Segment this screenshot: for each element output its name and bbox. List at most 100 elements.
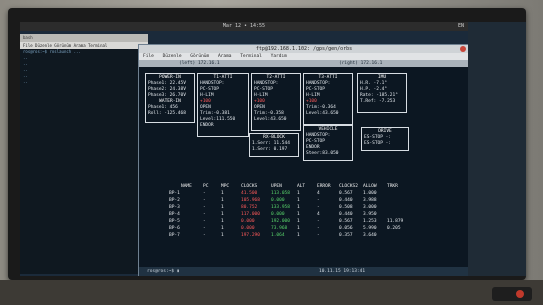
imu-panel: IMU H.R. -7.1° H.P. -2.4° Rate: -185.21°… bbox=[357, 73, 407, 113]
table-cell: 0.000 bbox=[241, 219, 255, 224]
table-row: BP-5 - 1 0.000 192.000 1 - 0.567 1.253 11.879 bbox=[139, 219, 468, 226]
table-cell: BP-5 bbox=[169, 219, 180, 224]
bg-line: .. bbox=[23, 79, 28, 84]
shell-prompt[interactable]: ros@ros:~$ ▮ bbox=[147, 267, 180, 276]
table-cell: 1 bbox=[297, 233, 300, 238]
table-cell: 1 bbox=[221, 226, 224, 231]
screen-right-area bbox=[468, 22, 526, 276]
table-cell: 3.950 bbox=[363, 212, 377, 217]
tray-indicator[interactable]: EN bbox=[458, 22, 464, 31]
status-bar: ros@ros:~$ ▮ 10.11.15 19:13:41 bbox=[139, 267, 468, 276]
table-cell: - bbox=[203, 205, 206, 210]
menu-search[interactable]: Arama bbox=[218, 54, 232, 59]
table-cell: 0.567 bbox=[339, 219, 353, 224]
panel-line: Level:43.650 bbox=[306, 111, 339, 116]
table-cell: 73.968 bbox=[271, 226, 288, 231]
col-header: CLOCKS bbox=[241, 184, 258, 189]
table-cell: 1.064 bbox=[271, 233, 285, 238]
table-cell: - bbox=[203, 226, 206, 231]
terminal-content[interactable]: POWER-IN Phase1: 22.45V Phase2: 24.38V P… bbox=[139, 67, 468, 267]
table-cell: 1 bbox=[221, 191, 224, 196]
panel-line: ES-STOP -: bbox=[364, 141, 392, 146]
panel-line: Steer:83.050 bbox=[306, 151, 339, 156]
col-header: ALLOW bbox=[363, 184, 377, 189]
bg-terminal-body[interactable]: ros@ros:~$ roslaunch ... .. .. .. .. .. bbox=[20, 49, 148, 274]
window-menubar[interactable]: File Düzenle Görünüm Arama Terminal Yard… bbox=[139, 53, 468, 60]
desk-base bbox=[0, 280, 543, 305]
table-cell: 133.958 bbox=[271, 205, 290, 210]
background-terminal[interactable]: bash File Düzenle Görünüm Arama Terminal… bbox=[20, 34, 148, 274]
table-cell: 1.000 bbox=[363, 191, 377, 196]
table-cell: 0.056 bbox=[339, 226, 353, 231]
table-row: BP-2 - 1 105.968 0.000 1 - 0.440 3.988 bbox=[139, 198, 468, 205]
tab-left[interactable]: (left) 172.16.1 bbox=[179, 60, 220, 67]
col-header: PC bbox=[203, 184, 209, 189]
table-cell: 0.000 bbox=[241, 226, 255, 231]
menu-file[interactable]: File bbox=[143, 54, 154, 59]
table-cell: 80.752 bbox=[241, 205, 258, 210]
table-cell: 1.253 bbox=[363, 219, 377, 224]
window-title-bar[interactable]: ftp@192.168.1.102: /gps/gen/orbs bbox=[139, 45, 468, 53]
table-cell: 117.000 bbox=[241, 212, 260, 217]
col-header: CLOCKS2 bbox=[339, 184, 358, 189]
table-cell: 0.567 bbox=[339, 191, 353, 196]
table-cell: 1 bbox=[297, 198, 300, 203]
table-cell: 1 bbox=[221, 233, 224, 238]
bg-terminal-title: bash bbox=[20, 34, 148, 42]
table-cell: - bbox=[203, 212, 206, 217]
col-header: MPC bbox=[221, 184, 230, 189]
panel-line: ENDOR bbox=[200, 123, 214, 128]
window-title: ftp@192.168.1.102: /gps/gen/orbs bbox=[255, 46, 353, 52]
menu-edit[interactable]: Düzenle bbox=[163, 54, 182, 59]
table-cell: 4 bbox=[317, 191, 320, 196]
table-row: BP-6 - 1 0.000 73.968 1 - 0.056 5.990 0.205 bbox=[139, 226, 468, 233]
table-header: NAME PC MPC CLOCKS UPEN ALT ERROR CLOCKS… bbox=[139, 184, 468, 191]
col-header: UPEN bbox=[271, 184, 282, 189]
table-cell: 0.508 bbox=[339, 205, 353, 210]
table-cell: - bbox=[317, 226, 320, 231]
power-panel: POWER-IN Phase1: 22.45V Phase2: 24.38V P… bbox=[145, 73, 195, 123]
table-cell: - bbox=[317, 205, 320, 210]
menu-terminal[interactable]: Terminal bbox=[240, 54, 262, 59]
vehicle-panel: VEHICLE HANDSTOP: PC-STOP ENDOR Steer:83… bbox=[303, 125, 353, 161]
tab-right[interactable]: (right) 172.16.1 bbox=[339, 60, 382, 67]
menu-view[interactable]: Görünüm bbox=[190, 54, 209, 59]
rx-block-panel: RX-BLOCK 1.Serr: 11.544 1.Serr: 0.197 bbox=[249, 133, 299, 157]
panel-line: 1.Serr: 0.197 bbox=[252, 147, 288, 152]
table-cell: - bbox=[203, 198, 206, 203]
monitor-bezel: Mar 12 • 14:55 EN bash File Düzenle Görü… bbox=[8, 8, 526, 280]
table-cell: 1 bbox=[221, 205, 224, 210]
table-cell: 41.500 bbox=[241, 191, 258, 196]
col-header: TRKR bbox=[387, 184, 398, 189]
panel-line: T.Ref: -7.253 bbox=[360, 99, 396, 104]
table-cell: 1 bbox=[297, 205, 300, 210]
col-header: ALT bbox=[297, 184, 306, 189]
table-row: BP-4 - 1 117.000 0.000 1 4 0.440 3.950 bbox=[139, 212, 468, 219]
table-cell: 0.440 bbox=[339, 212, 353, 217]
panel-line: Level:43.650 bbox=[254, 117, 287, 122]
table-cell: 197.290 bbox=[241, 233, 260, 238]
speaker bbox=[492, 287, 532, 301]
table-cell: 0.205 bbox=[387, 226, 401, 231]
main-terminal-window[interactable]: ftp@192.168.1.102: /gps/gen/orbs File Dü… bbox=[138, 44, 468, 276]
table-row: BP-3 - 1 80.752 133.958 1 - 0.508 3.000 bbox=[139, 205, 468, 212]
table-cell: 1 bbox=[221, 198, 224, 203]
table-cell: BP-2 bbox=[169, 198, 180, 203]
tab-bar[interactable]: (left) 172.16.1 (right) 172.16.1 bbox=[139, 60, 468, 67]
table-cell: - bbox=[203, 191, 206, 196]
table-cell: 4 bbox=[317, 212, 320, 217]
col-header: ERROR bbox=[317, 184, 331, 189]
status-table: NAME PC MPC CLOCKS UPEN ALT ERROR CLOCKS… bbox=[139, 184, 468, 240]
table-cell: 0.000 bbox=[271, 212, 285, 217]
close-icon[interactable] bbox=[460, 46, 466, 52]
drive-panel: DRIVE ES-STOP -: ES-STOP -: bbox=[361, 127, 409, 151]
bg-terminal-menu[interactable]: File Düzenle Görünüm Arama Terminal bbox=[20, 42, 148, 49]
table-cell: 3.640 bbox=[363, 233, 377, 238]
clock[interactable]: Mar 12 • 14:55 bbox=[223, 23, 265, 29]
table-cell: BP-1 bbox=[169, 191, 180, 196]
power-led-icon bbox=[516, 290, 524, 298]
table-cell: 0.440 bbox=[339, 198, 353, 203]
table-cell: BP-7 bbox=[169, 233, 180, 238]
table-cell: - bbox=[317, 233, 320, 238]
menu-help[interactable]: Yardım bbox=[271, 54, 287, 59]
